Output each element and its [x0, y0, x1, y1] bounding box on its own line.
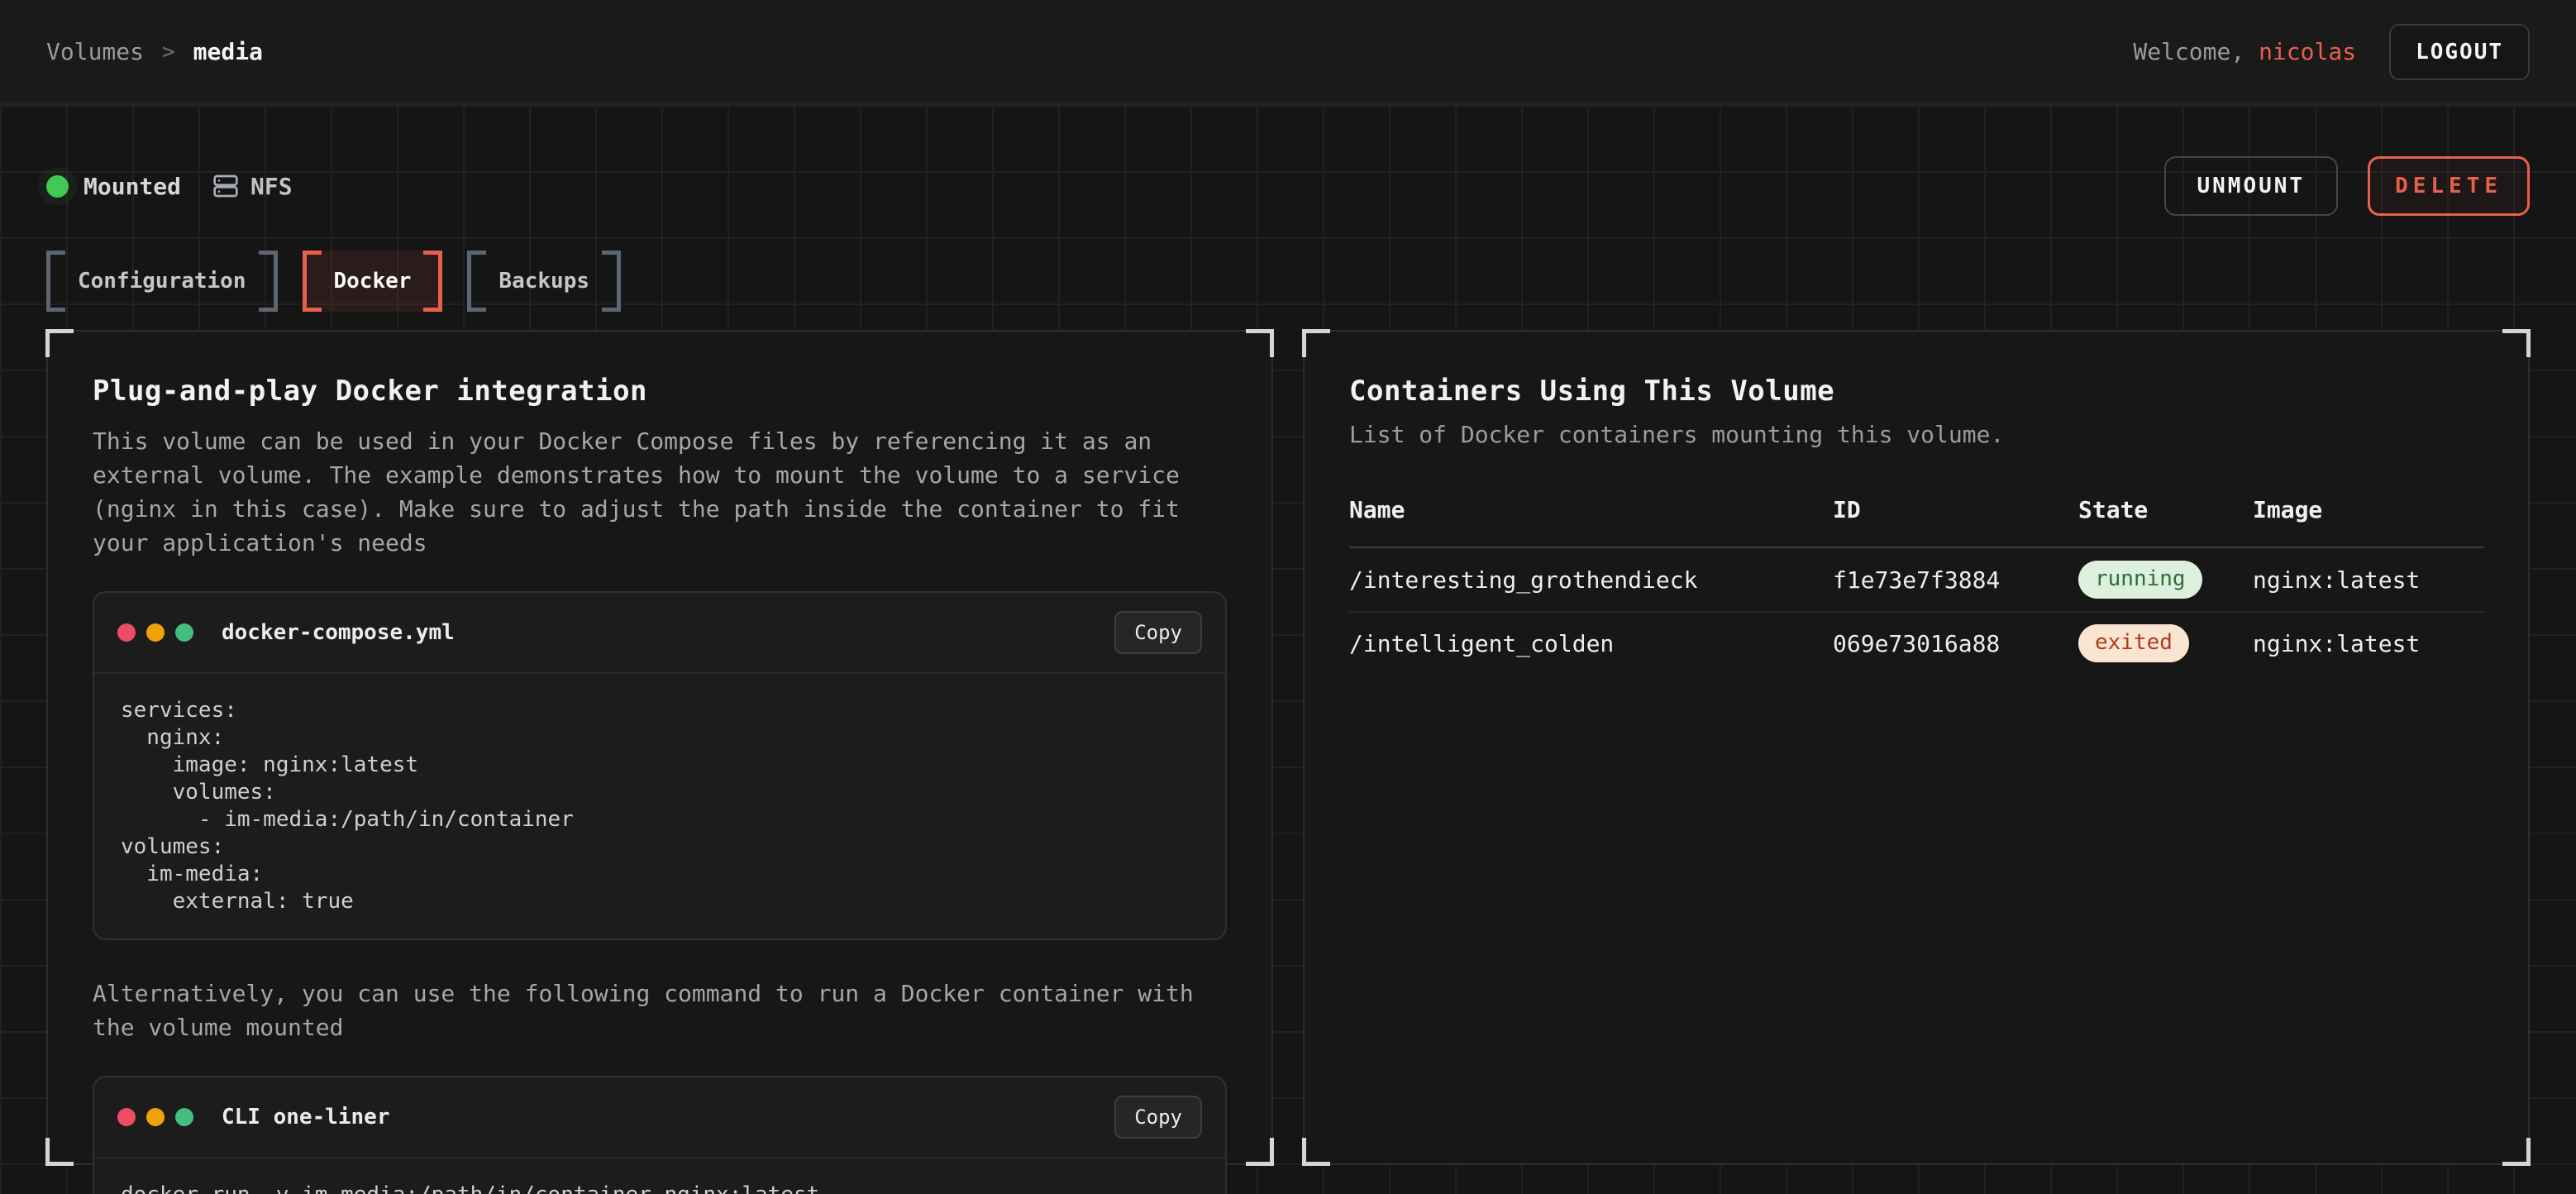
volume-status: Mounted NFS [46, 173, 293, 200]
volume-detail-page: Volumes > media Welcome, nicolas LOGOUT … [0, 0, 2576, 1194]
compose-code-text: services: nginx: image: nginx:latest vol… [121, 697, 1199, 915]
container-image: nginx:latest [2253, 630, 2483, 657]
main-content: Mounted NFS UNMOUNT DELETE Configuration… [0, 105, 2576, 1194]
amber-dot-icon [146, 623, 165, 642]
server-icon [212, 173, 239, 199]
panel-corner-icon [1302, 1138, 1330, 1166]
container-image: nginx:latest [2253, 566, 2483, 594]
docker-panel-title: Plug-and-play Docker integration [93, 375, 1227, 408]
compose-filename: docker-compose.yml [222, 620, 455, 645]
amber-dot-icon [146, 1108, 165, 1126]
containers-panel-subtitle: List of Docker containers mounting this … [1349, 421, 2483, 448]
table-row: /interesting_grothendieck f1e73e7f3884 r… [1349, 548, 2483, 611]
cli-code-text: docker run -v im-media:/path/in/containe… [121, 1182, 1199, 1194]
containers-table-header: Name ID State Image [1349, 496, 2483, 548]
containers-table: Name ID State Image /interesting_grothen… [1349, 496, 2483, 674]
container-name: /interesting_grothendieck [1349, 566, 1833, 594]
tab-docker[interactable]: Docker [303, 251, 443, 312]
panel-corner-icon [1246, 329, 1274, 357]
column-header-id: ID [1833, 496, 2078, 523]
mounted-status-dot-icon [46, 175, 69, 198]
column-header-image: Image [2253, 496, 2483, 523]
cli-code-block: CLI one-liner Copy docker run -v im-medi… [93, 1076, 1227, 1194]
mounted-status-label: Mounted [83, 173, 181, 200]
breadcrumb-volumes-link[interactable]: Volumes [46, 38, 144, 65]
green-dot-icon [175, 1108, 193, 1126]
panel-corner-icon [1302, 329, 1330, 357]
status-row: Mounted NFS UNMOUNT DELETE [46, 105, 2530, 216]
containers-panel: Containers Using This Volume List of Doc… [1303, 330, 2530, 1165]
driver-type-label: NFS [250, 173, 293, 200]
green-dot-icon [175, 623, 193, 642]
docker-integration-panel: Plug-and-play Docker integration This vo… [46, 330, 1273, 1165]
table-row: /intelligent_colden 069e73016a88 exited … [1349, 611, 2483, 674]
cli-intro-text: Alternatively, you can use the following… [93, 977, 1217, 1044]
status-badge: running [2078, 561, 2202, 598]
welcome-prefix: Welcome, [2133, 38, 2244, 65]
copy-cli-button[interactable]: Copy [1114, 1096, 1202, 1139]
panel-corner-icon [1246, 1138, 1274, 1166]
column-header-name: Name [1349, 496, 1833, 523]
topbar-right: Welcome, nicolas LOGOUT [2133, 24, 2530, 80]
tabs: Configuration Docker Backups [46, 251, 2530, 312]
unmount-button[interactable]: UNMOUNT [2164, 156, 2339, 216]
red-dot-icon [117, 623, 136, 642]
breadcrumb: Volumes > media [46, 38, 263, 65]
compose-code-header: docker-compose.yml Copy [94, 593, 1225, 674]
tab-configuration[interactable]: Configuration [46, 251, 278, 312]
topbar: Volumes > media Welcome, nicolas LOGOUT [0, 0, 2576, 105]
cli-code-header: CLI one-liner Copy [94, 1077, 1225, 1158]
panel-corner-icon [45, 329, 74, 357]
compose-code-body: services: nginx: image: nginx:latest vol… [94, 674, 1225, 938]
status-badge: exited [2078, 624, 2189, 661]
panel-corner-icon [45, 1138, 74, 1166]
breadcrumb-separator-icon: > [162, 40, 175, 64]
compose-code-block: docker-compose.yml Copy services: nginx:… [93, 591, 1227, 940]
container-name: /intelligent_colden [1349, 630, 1833, 657]
breadcrumb-current-volume: media [193, 38, 263, 65]
docker-panel-description: This volume can be used in your Docker C… [93, 424, 1217, 560]
containers-panel-title: Containers Using This Volume [1349, 375, 2483, 408]
copy-compose-button[interactable]: Copy [1114, 611, 1202, 654]
delete-button[interactable]: DELETE [2368, 156, 2530, 216]
traffic-dots-icon [117, 1108, 193, 1126]
cli-title: CLI one-liner [222, 1105, 390, 1130]
container-id: 069e73016a88 [1833, 630, 2078, 657]
logout-button[interactable]: LOGOUT [2389, 24, 2530, 80]
container-id: f1e73e7f3884 [1833, 566, 2078, 594]
cli-code-body: docker run -v im-media:/path/in/containe… [94, 1158, 1225, 1194]
panel-corner-icon [2502, 329, 2531, 357]
panel-corner-icon [2502, 1138, 2531, 1166]
welcome-text: Welcome, nicolas [2133, 38, 2356, 65]
tab-backups[interactable]: Backups [467, 251, 621, 312]
red-dot-icon [117, 1108, 136, 1126]
traffic-dots-icon [117, 623, 193, 642]
volume-actions: UNMOUNT DELETE [2164, 156, 2531, 216]
column-header-state: State [2078, 496, 2253, 523]
username: nicolas [2259, 38, 2356, 65]
panels: Plug-and-play Docker integration This vo… [46, 330, 2530, 1165]
